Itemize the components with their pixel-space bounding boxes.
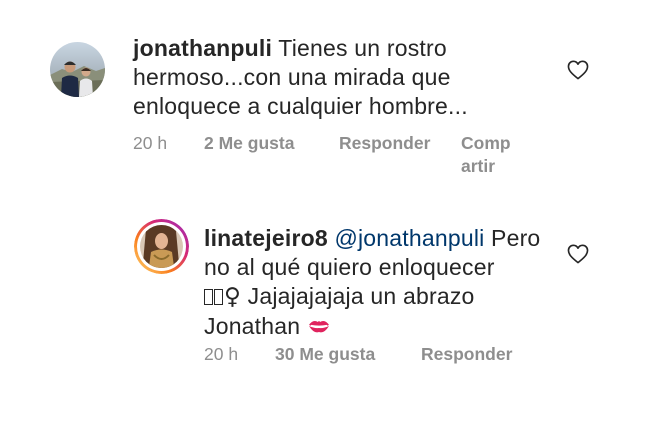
comment-body: linatejeiro8 @jonathanpuli Pero no al qu… — [204, 224, 604, 341]
comment-time: 20 h — [133, 133, 168, 153]
comment-text-line: hermoso...con una mirada que — [133, 64, 451, 90]
comment-linatejeiro8: linatejeiro8 @jonathanpuli Pero no al qu… — [0, 200, 658, 400]
comment-username[interactable]: jonathanpuli — [133, 35, 272, 61]
missing-emoji-icon — [204, 289, 213, 305]
comment-time: 20 h — [204, 344, 239, 364]
comment-meta: 20 h 2 Me gusta Responder Comp artir — [0, 132, 658, 182]
kiss-mark-icon — [308, 321, 329, 333]
share-label-part1: Comp — [461, 133, 511, 153]
comment-text-line: Pero — [491, 225, 541, 251]
story-ring-profile-photo-icon — [134, 219, 189, 274]
comment-text-line: Tienes un rostro — [278, 35, 447, 61]
likes-count-link[interactable]: 30 Me gusta — [275, 343, 375, 366]
reply-button[interactable]: Responder — [421, 343, 512, 366]
comment-text-line: no al qué quiero enloquecer — [204, 254, 495, 280]
avatar[interactable] — [50, 42, 105, 97]
like-heart-icon[interactable] — [567, 244, 589, 264]
comment-username[interactable]: linatejeiro8 — [204, 225, 328, 251]
likes-count-link[interactable]: 2 Me gusta — [204, 132, 294, 155]
comment-text-line: Jonathan — [204, 313, 301, 339]
like-heart-icon[interactable] — [567, 60, 589, 80]
female-sign-icon: ♀ — [224, 284, 242, 310]
mention-link[interactable]: @jonathanpuli — [334, 225, 484, 251]
avatar[interactable] — [134, 219, 189, 274]
share-button[interactable]: Comp artir — [461, 132, 511, 178]
comment-jonathanpuli: jonathanpuli Tienes un rostro hermoso...… — [0, 0, 658, 200]
share-label-part2: artir — [461, 156, 496, 176]
comment-body: jonathanpuli Tienes un rostro hermoso...… — [133, 34, 593, 121]
reply-button[interactable]: Responder — [339, 132, 430, 155]
profile-photo-icon — [50, 42, 105, 97]
comment-text-line: Jajajajajaja un abrazo — [241, 283, 475, 309]
missing-emoji-icon — [214, 289, 223, 305]
comment-meta: 20 h 30 Me gusta Responder — [0, 343, 658, 367]
comment-text-line: enloquece a cualquier hombre... — [133, 93, 468, 119]
